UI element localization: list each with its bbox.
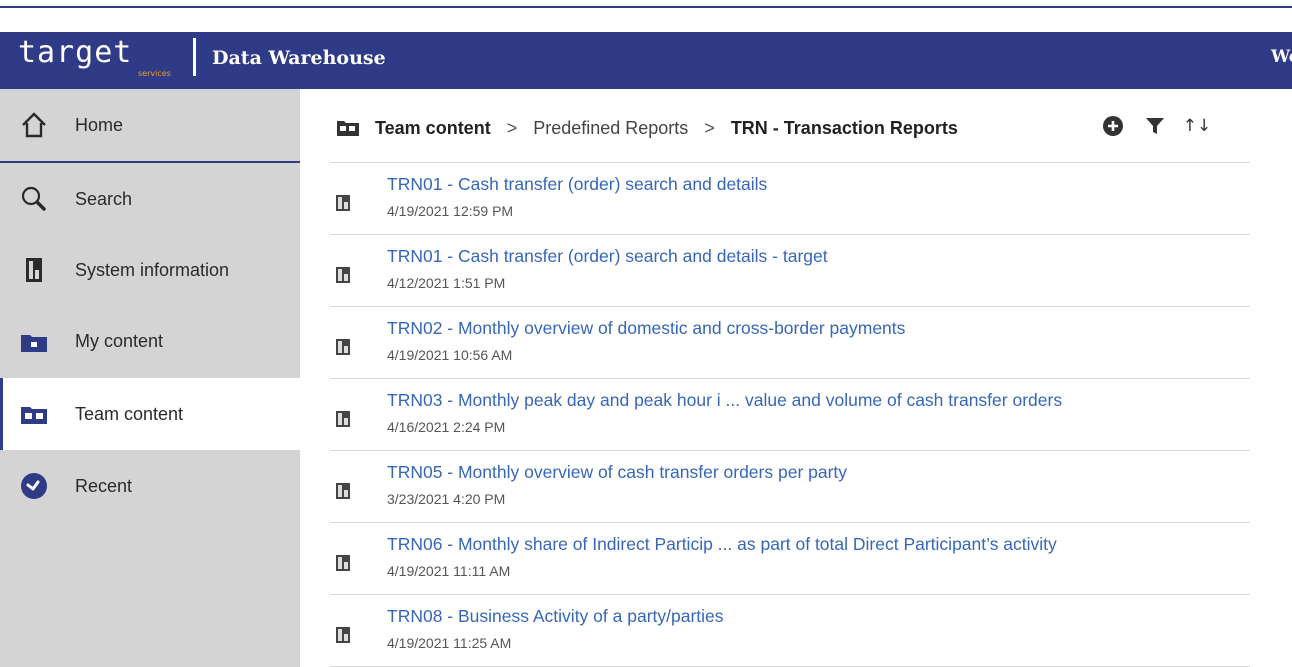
report-title-link[interactable]: TRN02 - Monthly overview of domestic and… bbox=[387, 318, 905, 339]
app-header: target services Data Warehouse We bbox=[0, 32, 1292, 89]
list-item[interactable]: TRN03 - Monthly peak day and peak hour i… bbox=[330, 379, 1250, 451]
report-icon bbox=[336, 267, 350, 283]
sidebar-item-label: Team content bbox=[75, 403, 184, 424]
welcome-text: We bbox=[1271, 47, 1292, 67]
home-icon bbox=[20, 111, 48, 139]
sort-icon[interactable]: ↑↓ bbox=[1183, 115, 1212, 137]
active-indicator bbox=[0, 378, 3, 450]
top-rule bbox=[0, 0, 1292, 8]
report-title-link[interactable]: TRN06 - Monthly share of Indirect Partic… bbox=[387, 534, 1057, 555]
sidebar-item-search[interactable]: Search bbox=[0, 163, 300, 235]
list-item[interactable]: TRN08 - Business Activity of a party/par… bbox=[330, 595, 1250, 667]
team-folder-icon bbox=[337, 120, 359, 136]
sidebar-item-team-content[interactable]: Team content bbox=[0, 378, 300, 450]
search-icon bbox=[20, 185, 48, 213]
team-folder-icon bbox=[20, 400, 48, 428]
report-icon bbox=[336, 339, 350, 355]
list-item[interactable]: TRN06 - Monthly share of Indirect Partic… bbox=[330, 523, 1250, 595]
list-item[interactable]: TRN05 - Monthly overview of cash transfe… bbox=[330, 451, 1250, 523]
sidebar-item-label: My content bbox=[75, 330, 164, 351]
report-date: 4/19/2021 11:11 AM bbox=[387, 563, 511, 579]
breadcrumb-separator: > bbox=[704, 117, 715, 138]
target-logo[interactable]: target services bbox=[18, 35, 196, 82]
breadcrumb-separator: > bbox=[506, 117, 518, 138]
breadcrumb: Team content > Predefined Reports > TRN … bbox=[337, 113, 958, 143]
report-title-link[interactable]: TRN01 - Cash transfer (order) search and… bbox=[387, 174, 767, 195]
app-title: Data Warehouse bbox=[212, 47, 386, 69]
report-date: 4/16/2021 2:24 PM bbox=[387, 419, 506, 435]
breadcrumb-item-current: TRN - Transaction Reports bbox=[730, 117, 958, 138]
sidebar-item-recent[interactable]: Recent bbox=[0, 450, 300, 522]
logo-subtext: services bbox=[138, 69, 171, 78]
sidebar: Home Search System information My conten… bbox=[0, 89, 300, 667]
main-content: Team content > Predefined Reports > TRN … bbox=[300, 89, 1292, 667]
add-icon[interactable] bbox=[1102, 115, 1124, 137]
list-item[interactable]: TRN02 - Monthly overview of domestic and… bbox=[330, 307, 1250, 379]
report-title-link[interactable]: TRN01 - Cash transfer (order) search and… bbox=[387, 246, 828, 267]
report-date: 4/19/2021 12:59 PM bbox=[387, 203, 514, 219]
logo-text: target bbox=[18, 35, 133, 70]
report-icon bbox=[336, 195, 350, 211]
report-date: 4/19/2021 10:56 AM bbox=[387, 347, 513, 363]
report-title-link[interactable]: TRN08 - Business Activity of a party/par… bbox=[387, 606, 724, 627]
report-icon bbox=[336, 483, 350, 499]
logo-divider bbox=[193, 38, 196, 76]
sidebar-item-label: Recent bbox=[75, 475, 133, 496]
report-icon bbox=[336, 627, 350, 643]
filter-icon[interactable] bbox=[1144, 115, 1166, 137]
report-icon bbox=[20, 256, 48, 284]
sidebar-item-label: Search bbox=[75, 188, 133, 209]
report-date: 3/23/2021 4:20 PM bbox=[387, 491, 506, 507]
breadcrumb-item-team-content[interactable]: Team content bbox=[375, 118, 491, 139]
report-date: 4/19/2021 11:25 AM bbox=[387, 635, 512, 651]
list-item[interactable]: TRN01 - Cash transfer (order) search and… bbox=[330, 163, 1250, 235]
toolbar: ↑↓ bbox=[1102, 115, 1212, 137]
sidebar-item-my-content[interactable]: My content bbox=[0, 305, 300, 377]
sidebar-item-home[interactable]: Home bbox=[0, 89, 300, 163]
sidebar-item-label: Home bbox=[75, 114, 124, 135]
report-icon bbox=[336, 411, 350, 427]
list-item[interactable]: TRN01 - Cash transfer (order) search and… bbox=[330, 235, 1250, 307]
personal-folder-icon bbox=[20, 327, 48, 355]
breadcrumb-item-predefined-reports[interactable]: Predefined Reports bbox=[533, 118, 688, 139]
sidebar-item-label: System information bbox=[75, 259, 230, 280]
sidebar-item-system-information[interactable]: System information bbox=[0, 234, 300, 306]
report-title-link[interactable]: TRN03 - Monthly peak day and peak hour i… bbox=[387, 390, 1062, 411]
recent-icon bbox=[20, 472, 48, 500]
report-icon bbox=[336, 555, 350, 571]
report-title-link[interactable]: TRN05 - Monthly overview of cash transfe… bbox=[387, 462, 847, 483]
report-date: 4/12/2021 1:51 PM bbox=[387, 275, 506, 291]
